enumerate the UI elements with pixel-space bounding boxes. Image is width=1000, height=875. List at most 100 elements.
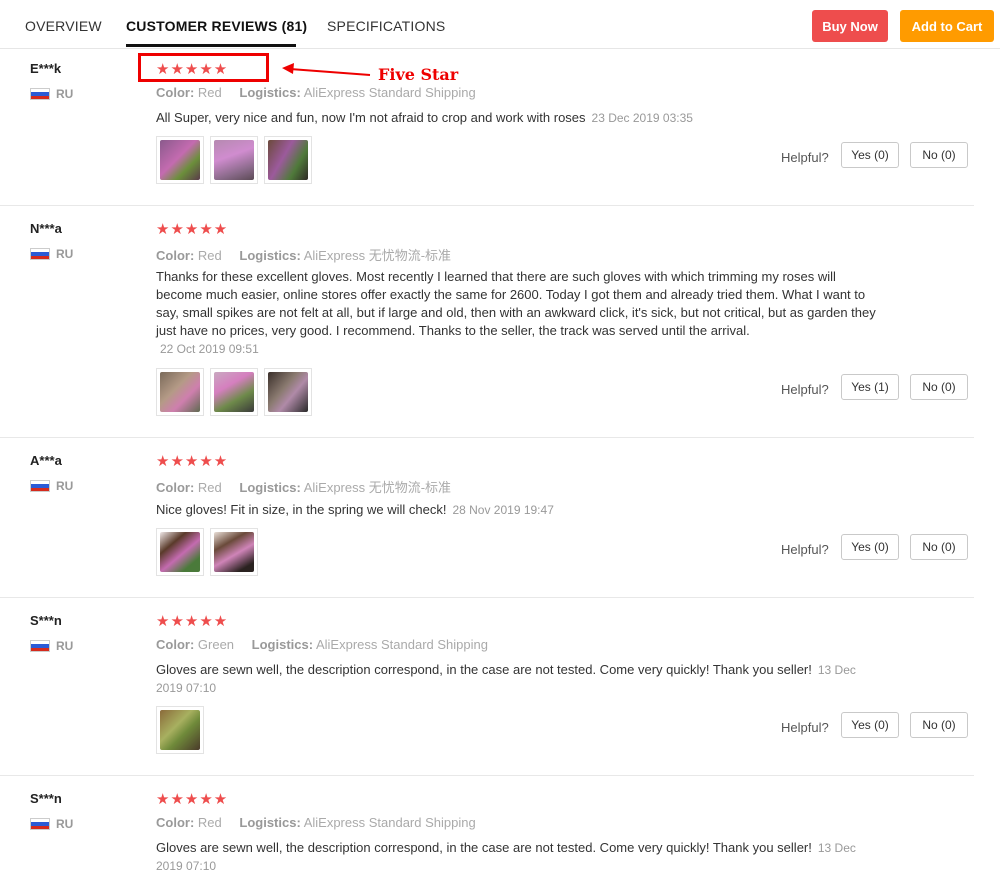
review-text: Gloves are sewn well, the description co…: [156, 839, 866, 875]
russia-flag-icon: [30, 818, 50, 830]
active-tab-indicator: [126, 44, 296, 47]
color-label: Color:: [156, 85, 195, 100]
review-item: S***n RU ★★★★★ Color: Green Logistics: A…: [0, 598, 974, 776]
reviewer-name: S***n: [30, 791, 62, 806]
helpful-yes-button[interactable]: Yes (1): [841, 374, 899, 400]
color-label: Color:: [156, 248, 195, 263]
logistics-value: AliExpress Standard Shipping: [303, 85, 476, 100]
russia-flag-icon: [30, 640, 50, 652]
logistics-label: Logistics:: [239, 480, 301, 495]
review-photos: [156, 368, 318, 416]
reviewer-country: RU: [30, 247, 73, 261]
reviewer-name: N***a: [30, 221, 62, 236]
helpful-no-button[interactable]: No (0): [910, 374, 968, 400]
review-date: 28 Nov 2019 19:47: [452, 503, 554, 517]
review-photo[interactable]: [210, 136, 258, 184]
review-text: Thanks for these excellent gloves. Most …: [156, 268, 876, 358]
review-meta: Color: Red Logistics: AliExpress Standar…: [156, 85, 490, 100]
annotation-arrow-icon: [282, 63, 371, 76]
russia-flag-icon: [30, 480, 50, 492]
tab-customer-reviews[interactable]: CUSTOMER REVIEWS (81): [126, 18, 307, 34]
country-code: RU: [56, 87, 74, 101]
add-to-cart-button[interactable]: Add to Cart: [900, 10, 994, 42]
helpful-yes-button[interactable]: Yes (0): [841, 142, 899, 168]
buy-now-button[interactable]: Buy Now: [812, 10, 888, 42]
color-label: Color:: [156, 815, 195, 830]
review-text: Nice gloves! Fit in size, in the spring …: [156, 501, 876, 519]
review-meta: Color: Red Logistics: AliExpress 无忧物流-标准: [156, 245, 465, 264]
helpful-no-button[interactable]: No (0): [910, 142, 968, 168]
helpful-no-button[interactable]: No (0): [910, 534, 968, 560]
review-photo[interactable]: [264, 136, 312, 184]
reviewer-name: S***n: [30, 613, 62, 628]
star-rating: ★★★★★: [156, 613, 229, 630]
review-photos: [156, 706, 210, 754]
logistics-label: Logistics:: [251, 637, 314, 652]
color-value: Red: [197, 248, 222, 263]
review-photos: [156, 528, 264, 576]
review-body: Gloves are sewn well, the description co…: [156, 662, 812, 677]
helpful-label: Helpful?: [781, 382, 829, 397]
review-photo[interactable]: [156, 706, 204, 754]
color-value: Red: [197, 85, 222, 100]
star-rating: ★★★★★: [156, 791, 229, 808]
review-item: S***n RU ★★★★★ Color: Red Logistics: Ali…: [0, 776, 974, 875]
russia-flag-icon: [30, 88, 50, 100]
review-text: Gloves are sewn well, the description co…: [156, 661, 866, 697]
review-photos: [156, 136, 318, 184]
review-body: Thanks for these excellent gloves. Most …: [156, 269, 876, 338]
country-code: RU: [56, 817, 74, 831]
five-star-highlight-box: [138, 53, 269, 82]
logistics-label: Logistics:: [239, 815, 301, 830]
country-code: RU: [56, 639, 74, 653]
color-label: Color:: [156, 480, 195, 495]
review-photo[interactable]: [210, 528, 258, 576]
review-photo[interactable]: [156, 368, 204, 416]
review-photo[interactable]: [156, 528, 204, 576]
reviewer-name: E***k: [30, 61, 62, 76]
color-value: Red: [197, 815, 222, 830]
review-item: N***a RU ★★★★★ Color: Red Logistics: Ali…: [0, 206, 974, 438]
helpful-no-button[interactable]: No (0): [910, 712, 968, 738]
helpful-label: Helpful?: [781, 720, 829, 735]
review-photo[interactable]: [210, 368, 258, 416]
review-date: 22 Oct 2019 09:51: [160, 342, 259, 356]
review-text: All Super, very nice and fun, now I'm no…: [156, 109, 876, 127]
star-rating: ★★★★★: [156, 221, 229, 238]
country-code: RU: [56, 247, 74, 261]
review-photo[interactable]: [156, 136, 204, 184]
review-date: 23 Dec 2019 03:35: [591, 111, 693, 125]
review-meta: Color: Green Logistics: AliExpress Stand…: [156, 637, 502, 652]
reviewer-country: RU: [30, 817, 73, 831]
country-code: RU: [56, 479, 74, 493]
review-body: Nice gloves! Fit in size, in the spring …: [156, 502, 447, 517]
helpful-yes-button[interactable]: Yes (0): [841, 712, 899, 738]
logistics-label: Logistics:: [239, 85, 301, 100]
review-meta: Color: Red Logistics: AliExpress 无忧物流-标准: [156, 477, 465, 496]
review-meta: Color: Red Logistics: AliExpress Standar…: [156, 815, 490, 830]
review-body: Gloves are sewn well, the description co…: [156, 840, 812, 855]
review-body: All Super, very nice and fun, now I'm no…: [156, 110, 586, 125]
reviewer-country: RU: [30, 479, 73, 493]
helpful-label: Helpful?: [781, 542, 829, 557]
color-value: Green: [197, 637, 235, 652]
reviewer-country: RU: [30, 87, 73, 101]
logistics-value: AliExpress 无忧物流-标准: [303, 248, 452, 263]
reviewer-country: RU: [30, 639, 73, 653]
tab-overview[interactable]: OVERVIEW: [25, 18, 102, 34]
logistics-value: AliExpress 无忧物流-标准: [303, 480, 452, 495]
helpful-yes-button[interactable]: Yes (0): [841, 534, 899, 560]
star-rating: ★★★★★: [156, 453, 229, 470]
tab-specifications[interactable]: SPECIFICATIONS: [327, 18, 445, 34]
review-item: A***a RU ★★★★★ Color: Red Logistics: Ali…: [0, 438, 974, 598]
logistics-value: AliExpress Standard Shipping: [303, 815, 476, 830]
logistics-value: AliExpress Standard Shipping: [315, 637, 488, 652]
color-label: Color:: [156, 637, 195, 652]
color-value: Red: [197, 480, 222, 495]
review-photo[interactable]: [264, 368, 312, 416]
logistics-label: Logistics:: [239, 248, 301, 263]
five-star-annotation: Five Star: [378, 65, 459, 84]
review-tabs-bar: OVERVIEW CUSTOMER REVIEWS (81) SPECIFICA…: [0, 0, 1000, 49]
reviewer-name: A***a: [30, 453, 62, 468]
russia-flag-icon: [30, 248, 50, 260]
